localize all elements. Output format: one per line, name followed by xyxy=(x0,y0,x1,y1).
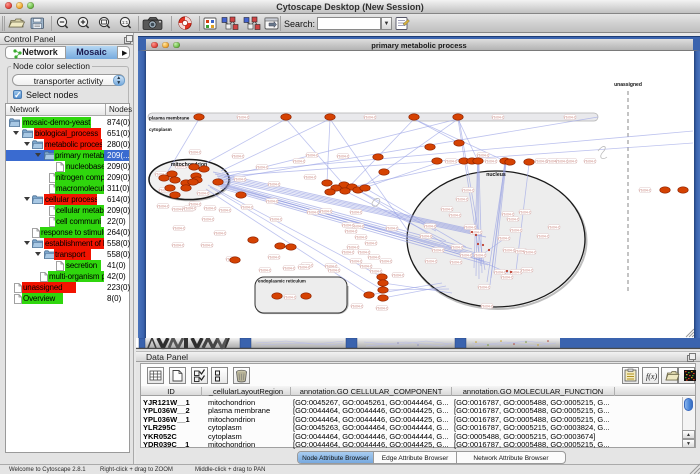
svg-text:Ybr04-C: Ybr04-C xyxy=(172,243,185,247)
svg-text:Ybr04-C: Ybr04-C xyxy=(266,199,279,203)
svg-text:Ybr04-C: Ybr04-C xyxy=(351,304,364,308)
svg-text:Ybr04-C: Ybr04-C xyxy=(519,210,532,214)
svg-text:Ybr04-C: Ybr04-C xyxy=(510,228,523,232)
svg-text:Ybr04-C: Ybr04-C xyxy=(306,153,319,157)
svg-text:plasma membrane: plasma membrane xyxy=(149,116,190,121)
svg-text:unassigned: unassigned xyxy=(614,82,642,88)
svg-text:Ybr04-C: Ybr04-C xyxy=(284,295,297,299)
svg-text:Ybr04-C: Ybr04-C xyxy=(494,270,507,274)
svg-text:Ybr04-C: Ybr04-C xyxy=(365,241,378,245)
svg-text:Ybr04-C: Ybr04-C xyxy=(342,250,355,254)
svg-text:Ybr04-C: Ybr04-C xyxy=(237,115,250,119)
svg-text:Ybr04-C: Ybr04-C xyxy=(355,235,368,239)
svg-text:Ybr04-C: Ybr04-C xyxy=(320,209,333,213)
svg-text:Ybr04-C: Ybr04-C xyxy=(189,150,202,154)
svg-text:Ybr04-C: Ybr04-C xyxy=(370,269,383,273)
svg-text:Ybr04-C: Ybr04-C xyxy=(234,177,247,181)
svg-text:Ybr04-C: Ybr04-C xyxy=(350,210,363,214)
svg-text:Ybr04-C: Ybr04-C xyxy=(360,264,373,268)
svg-text:Ybr04-C: Ybr04-C xyxy=(283,266,296,270)
svg-text:Ybr04-C: Ybr04-C xyxy=(350,259,363,263)
svg-text:Ybr04-C: Ybr04-C xyxy=(268,182,281,186)
svg-text:Ybr04-C: Ybr04-C xyxy=(293,159,306,163)
svg-text:cytoplasm: cytoplasm xyxy=(149,127,172,132)
svg-text:Ybr04-C: Ybr04-C xyxy=(358,250,371,254)
svg-text:Ybr04-C: Ybr04-C xyxy=(256,165,269,169)
svg-text:Ybr04-C: Ybr04-C xyxy=(478,285,491,289)
svg-text:Ybr04-C: Ybr04-C xyxy=(460,253,473,257)
svg-text:Ybr04-C: Ybr04-C xyxy=(197,191,210,195)
svg-text:Ybr04-C: Ybr04-C xyxy=(441,207,454,211)
svg-text:Ybr04-C: Ybr04-C xyxy=(202,217,215,221)
svg-text:Ybr04-C: Ybr04-C xyxy=(639,188,652,192)
svg-text:Ybr04-C: Ybr04-C xyxy=(556,159,569,163)
svg-text:Ybr04-C: Ybr04-C xyxy=(548,225,561,229)
svg-text:Ybr04-C: Ybr04-C xyxy=(584,159,597,163)
svg-text:Ybr04-C: Ybr04-C xyxy=(474,253,487,257)
svg-text:Ybr04-C: Ybr04-C xyxy=(424,224,437,228)
svg-text:Ybr04-C: Ybr04-C xyxy=(521,268,534,272)
svg-text:Ybr04-C: Ybr04-C xyxy=(298,265,311,269)
svg-text:Ybr04-C: Ybr04-C xyxy=(485,159,498,163)
svg-text:nucleus: nucleus xyxy=(486,172,506,178)
svg-text:Ybr04-C: Ybr04-C xyxy=(184,206,197,210)
svg-text:Ybr04-C: Ybr04-C xyxy=(189,202,202,206)
svg-text:1:1: 1:1 xyxy=(122,20,129,25)
svg-text:Ybr04-C: Ybr04-C xyxy=(364,115,377,119)
svg-text:Ybr04-C: Ybr04-C xyxy=(456,197,469,201)
svg-text:Ybr04-C: Ybr04-C xyxy=(241,205,254,209)
svg-text:Ybr04-C: Ybr04-C xyxy=(507,217,520,221)
svg-text:f(x): f(x) xyxy=(646,372,657,381)
svg-text:Ybr04-C: Ybr04-C xyxy=(270,217,283,221)
svg-text:Ybr04-C: Ybr04-C xyxy=(268,255,281,259)
svg-text:Ybr04-C: Ybr04-C xyxy=(425,259,438,263)
svg-text:Ybr04-C: Ybr04-C xyxy=(204,206,217,210)
svg-text:Ybr04-C: Ybr04-C xyxy=(537,234,550,238)
svg-text:Ybr04-C: Ybr04-C xyxy=(420,234,433,238)
svg-text:Ybr04-C: Ybr04-C xyxy=(449,213,462,217)
svg-text:Ybr04-C: Ybr04-C xyxy=(232,154,245,158)
svg-text:Ybr04-C: Ybr04-C xyxy=(462,188,475,192)
svg-text:Ybr04-C: Ybr04-C xyxy=(380,259,393,263)
svg-text:Ybr04-C: Ybr04-C xyxy=(201,243,214,247)
svg-text:Ybr04-C: Ybr04-C xyxy=(450,260,463,264)
svg-text:Ybr04-C: Ybr04-C xyxy=(157,204,170,208)
svg-text:Ybr04-C: Ybr04-C xyxy=(173,226,186,230)
svg-text:Ybr04-C: Ybr04-C xyxy=(342,223,355,227)
svg-text:Ybr04-C: Ybr04-C xyxy=(386,226,399,230)
svg-text:Ybr04-C: Ybr04-C xyxy=(259,268,272,272)
svg-text:Ybr04-C: Ybr04-C xyxy=(347,245,360,249)
svg-text:Ybr04-C: Ybr04-C xyxy=(501,275,514,279)
svg-text:Ybr04-C: Ybr04-C xyxy=(451,245,464,249)
svg-text:Ybr04-C: Ybr04-C xyxy=(376,306,389,310)
svg-text:endoplasmic reticulum: endoplasmic reticulum xyxy=(258,279,306,284)
svg-text:Ybr04-C: Ybr04-C xyxy=(502,212,515,216)
svg-text:Ybr04-C: Ybr04-C xyxy=(307,210,320,214)
svg-text:Ybr04-C: Ybr04-C xyxy=(445,159,458,163)
svg-text:Ybr04-C: Ybr04-C xyxy=(328,268,341,272)
svg-text:Ybr04-C: Ybr04-C xyxy=(219,208,232,212)
svg-text:Ybr04-C: Ybr04-C xyxy=(432,248,445,252)
svg-text:Ybr04-C: Ybr04-C xyxy=(477,153,490,157)
svg-text:Ybr04-C: Ybr04-C xyxy=(392,273,405,277)
svg-text:Ybr04-C: Ybr04-C xyxy=(337,154,350,158)
svg-text:Ybr04-C: Ybr04-C xyxy=(564,115,577,119)
svg-text:Ybr04-C: Ybr04-C xyxy=(464,225,477,229)
svg-text:Ybr04-C: Ybr04-C xyxy=(481,304,494,308)
svg-text:Ybr04-C: Ybr04-C xyxy=(524,250,537,254)
svg-text:Ybr04-C: Ybr04-C xyxy=(492,115,505,119)
svg-text:Ybr04-C: Ybr04-C xyxy=(304,175,317,179)
svg-text:Ybr04-C: Ybr04-C xyxy=(345,229,358,233)
svg-text:Ybr04-C: Ybr04-C xyxy=(498,236,511,240)
svg-text:Ybr04-C: Ybr04-C xyxy=(214,231,227,235)
